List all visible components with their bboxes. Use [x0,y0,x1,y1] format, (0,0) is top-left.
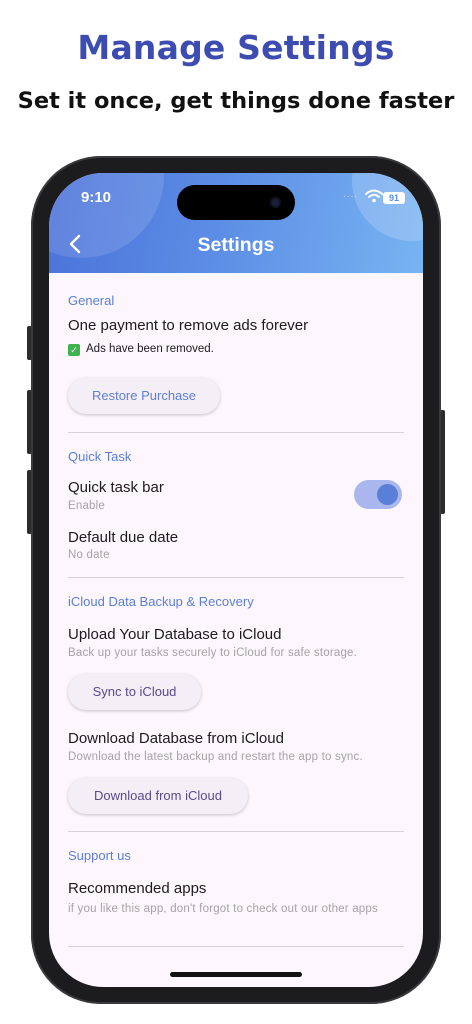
cellular-signal-icon: .... [343,189,359,200]
battery-icon: 91 [383,192,405,204]
download-database-title: Download Database from iCloud [68,730,284,747]
section-title-support: Support us [68,848,131,863]
section-title-quick-task: Quick Task [68,449,132,464]
app-header: 9:10 .... 91 Settings [49,173,423,273]
restore-purchase-button[interactable]: Restore Purchase [68,378,220,414]
ads-status: ✓ Ads have been removed. [68,343,214,356]
promo-subline: Set it once, get things done faster [17,88,455,114]
ads-status-text: Ads have been removed. [86,343,214,355]
quick-task-bar-title: Quick task bar [68,479,164,496]
divider [68,577,404,578]
default-due-date-title[interactable]: Default due date [68,529,178,546]
wifi-icon [365,189,383,203]
upload-database-title: Upload Your Database to iCloud [68,626,282,643]
sync-to-icloud-button[interactable]: Sync to iCloud [68,674,201,710]
section-title-icloud: iCloud Data Backup & Recovery [68,594,254,609]
app-screen: 9:10 .... 91 Settings General One paymen… [49,173,423,987]
default-due-date-value: No date [68,549,110,561]
remove-ads-title: One payment to remove ads forever [68,317,309,334]
check-icon: ✓ [68,344,80,356]
status-time: 9:10 [81,189,112,206]
page-title: Settings [197,234,275,256]
promo-headline: Manage Settings [77,28,395,67]
home-indicator[interactable] [170,972,302,977]
download-database-subtitle: Download the latest backup and restart t… [68,751,363,763]
download-from-icloud-button[interactable]: Download from iCloud [68,778,248,814]
quick-task-bar-subtitle: Enable [68,500,106,512]
recommended-apps-title[interactable]: Recommended apps [68,880,206,897]
divider [68,831,404,832]
divider [68,946,404,947]
upload-database-subtitle: Back up your tasks securely to iCloud fo… [68,647,358,659]
recommended-apps-subtitle: if you like this app, don't forgot to ch… [68,903,378,915]
dynamic-island [177,185,295,220]
quick-task-bar-toggle[interactable] [354,480,402,509]
header-decoration [352,173,423,241]
toggle-knob [377,484,398,505]
camera-icon [270,197,281,208]
section-title-general: General [68,293,115,308]
divider [68,432,404,433]
